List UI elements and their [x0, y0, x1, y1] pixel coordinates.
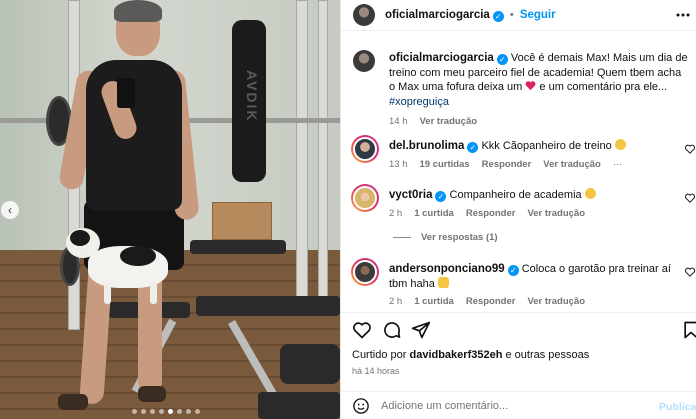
- caption-hashtag[interactable]: #xopreguiça: [389, 96, 449, 108]
- like-comment-heart-icon[interactable]: [685, 193, 695, 203]
- comment-bubble-icon[interactable]: [382, 320, 402, 340]
- comment-age: 2 h: [389, 207, 403, 219]
- verified-badge-icon: ✓: [507, 265, 519, 276]
- emoji-picker-icon[interactable]: [352, 397, 370, 415]
- comment-text: Kkk Cãopanheiro de treino: [481, 140, 612, 152]
- author-username[interactable]: oficialmarciogarcia: [385, 9, 490, 21]
- comment-age: 13 h: [389, 158, 408, 170]
- comment-likes[interactable]: 19 curtidas: [420, 159, 470, 170]
- clapping-emoji-icon: [614, 139, 626, 150]
- verified-badge-icon: ✓: [492, 11, 504, 22]
- plyo-box: [212, 202, 272, 240]
- person-hair: [114, 0, 162, 22]
- carousel-dot: [195, 409, 200, 414]
- actions-divider: [341, 312, 696, 313]
- save-bookmark-icon[interactable]: [681, 320, 696, 340]
- punching-bag-brand: AVDIK: [244, 70, 260, 123]
- dog-patch: [120, 246, 156, 266]
- comment-reply-button[interactable]: Responder: [466, 296, 516, 307]
- add-comment-bar: Publicar: [341, 391, 696, 419]
- comment-input[interactable]: [381, 398, 621, 414]
- comment-text: Companheiro de academia: [449, 189, 582, 201]
- comment-likes[interactable]: 1 curtida: [414, 296, 454, 307]
- caption-meta: 14 h Ver tradução: [389, 115, 689, 130]
- verified-badge-icon: ✓: [496, 54, 508, 65]
- comment-meta: 13 h 19 curtidas Responder Ver tradução ···: [389, 158, 689, 173]
- comment-reply-button[interactable]: Responder: [466, 208, 516, 219]
- carousel-indicator: [132, 409, 200, 414]
- carousel-dot: [141, 409, 146, 414]
- bench-seat: [196, 296, 340, 316]
- liked-suffix: e outras pessoas: [505, 349, 590, 361]
- caption-tail: e um comentário pra ele...: [539, 81, 668, 93]
- comment-avatar-andersonponciano99[interactable]: [351, 258, 379, 286]
- post-details-pane: oficialmarciogarcia ✓ • Seguir oficialmar…: [340, 0, 696, 419]
- sandal-left: [58, 394, 88, 410]
- carousel-dot: [186, 409, 191, 414]
- comment-avatar-vyct0ria[interactable]: [351, 184, 379, 212]
- caption-avatar[interactable]: [353, 50, 375, 72]
- rack-post-right: [296, 0, 308, 300]
- flexed-biceps-emoji-icon: [437, 276, 449, 288]
- comment-age: 2 h: [389, 296, 403, 307]
- caption-age: 14 h: [389, 116, 408, 127]
- publish-button[interactable]: Publicar: [659, 401, 696, 413]
- liked-by-user[interactable]: davidbakerf352eh: [409, 349, 502, 361]
- carousel-dot: [159, 409, 164, 414]
- verified-badge-icon: ✓: [467, 142, 479, 153]
- clapping-emoji-icon: [584, 188, 596, 199]
- phone-in-hand: [117, 78, 135, 108]
- caption-username[interactable]: oficialmarciogarcia: [389, 52, 494, 64]
- dog-ear: [70, 230, 90, 246]
- like-comment-heart-icon[interactable]: [685, 144, 695, 154]
- post-timestamp: há 14 horas: [352, 366, 400, 376]
- post-caption: oficialmarciogarcia ✓ Você é demais Max! …: [389, 51, 689, 130]
- dog-leg: [104, 282, 111, 304]
- liked-prefix: Curtido por: [352, 349, 407, 361]
- post-photo[interactable]: AVDIK ‹: [0, 0, 340, 419]
- carousel-dot: [132, 409, 137, 414]
- comment-item: del.brunolima ✓ Kkk Cãopanheiro de treino…: [389, 139, 689, 172]
- weight-machine: [280, 344, 340, 384]
- like-comment-heart-icon[interactable]: [685, 267, 695, 277]
- comment-reply-button[interactable]: Responder: [482, 159, 532, 170]
- weight-machine-base: [258, 392, 340, 419]
- carousel-dot: [177, 409, 182, 414]
- comment-username[interactable]: del.brunolima: [389, 140, 464, 152]
- comment-translate-link[interactable]: Ver tradução: [543, 159, 601, 170]
- comment-meta: 2 h 1 curtida Responder Ver tradução: [389, 295, 689, 310]
- share-paper-plane-icon[interactable]: [411, 320, 431, 340]
- sandal-right: [138, 386, 166, 402]
- carousel-dot: [168, 409, 173, 414]
- comment-username[interactable]: andersonponciano99: [389, 263, 505, 275]
- carousel-dot: [150, 409, 155, 414]
- dog-leg: [150, 282, 157, 304]
- red-heart-emoji-icon: [525, 81, 536, 91]
- comment-meta: 2 h 1 curtida Responder Ver tradução: [389, 207, 689, 222]
- view-replies-button[interactable]: Ver respostas (1): [421, 232, 498, 243]
- post-actions-bar: [341, 318, 696, 344]
- caption-translate-link[interactable]: Ver tradução: [420, 116, 478, 127]
- comment-avatar-del-brunolima[interactable]: [351, 135, 379, 163]
- comment-likes[interactable]: 1 curtida: [414, 208, 454, 219]
- carousel-prev-button[interactable]: ‹: [1, 201, 19, 219]
- follow-button[interactable]: Seguir: [520, 9, 556, 21]
- author-block: oficialmarciogarcia ✓ • Seguir: [385, 9, 556, 22]
- rack-post-far-right: [318, 0, 328, 300]
- liked-by-line: Curtido por davidbakerf352eh e outras pe…: [352, 349, 589, 361]
- comment-translate-link[interactable]: Ver tradução: [527, 208, 585, 219]
- comment-translate-link[interactable]: Ver tradução: [527, 296, 585, 307]
- replies-line: [393, 237, 411, 238]
- more-options-icon[interactable]: [675, 12, 691, 18]
- post-header: oficialmarciogarcia ✓ • Seguir: [341, 0, 696, 31]
- comment-username[interactable]: vyct0ria: [389, 189, 432, 201]
- author-avatar[interactable]: [353, 4, 375, 26]
- comment-more-icon[interactable]: ···: [613, 159, 623, 170]
- bench-back: [190, 240, 286, 254]
- verified-badge-icon: ✓: [435, 191, 447, 202]
- comment-item: andersonponciano99 ✓ Coloca o garotão pra…: [389, 262, 689, 310]
- comment-item: vyct0ria ✓ Companheiro de academia 2 h 1 c…: [389, 188, 689, 221]
- like-heart-icon[interactable]: [352, 320, 372, 340]
